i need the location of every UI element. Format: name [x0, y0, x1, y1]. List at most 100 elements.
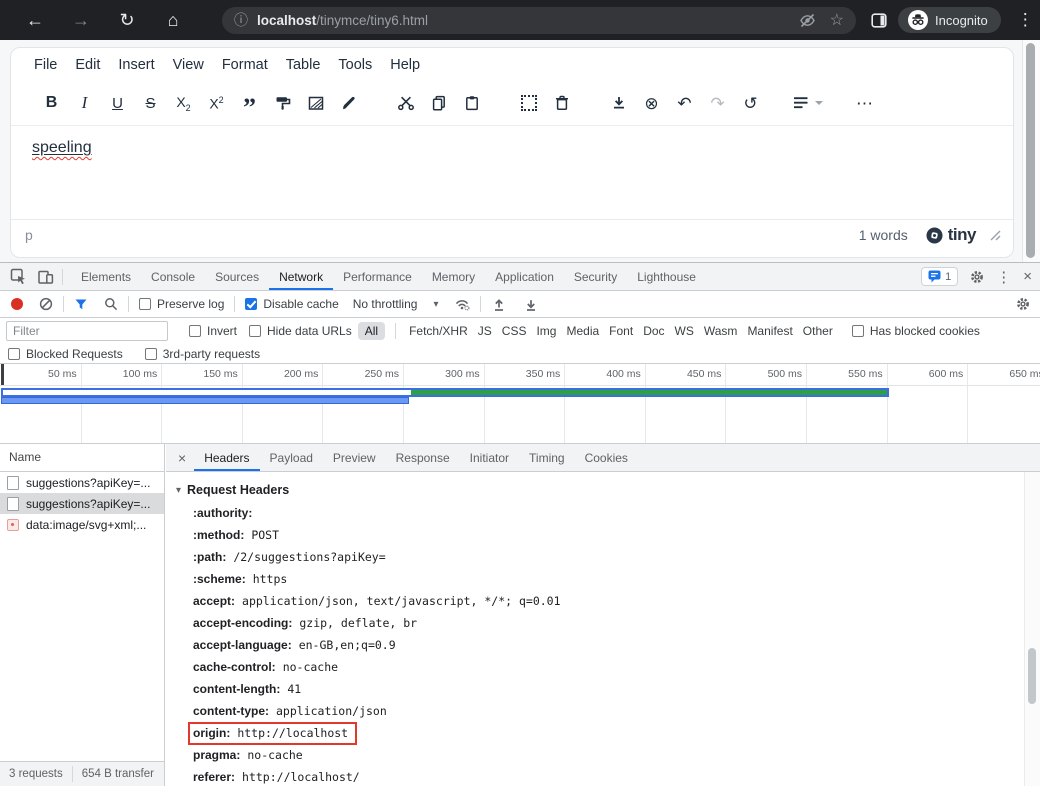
filter-input[interactable]	[6, 321, 168, 341]
tracking-protection-icon[interactable]	[799, 13, 816, 28]
blocked-requests-label[interactable]: Blocked Requests	[26, 347, 123, 361]
chip-media[interactable]: Media	[561, 322, 604, 340]
invert-checkbox[interactable]	[189, 325, 201, 337]
align-button[interactable]	[791, 88, 824, 118]
request-headers-section[interactable]: ▾ Request Headers	[176, 480, 1023, 500]
superscript-button[interactable]: X2	[200, 88, 233, 118]
has-blocked-cookies-label[interactable]: Has blocked cookies	[870, 324, 980, 338]
tab-application[interactable]: Application	[485, 264, 564, 290]
devtools-menu-icon[interactable]: ⋮	[996, 268, 1011, 286]
third-party-label[interactable]: 3rd-party requests	[163, 347, 260, 361]
detail-scrollbar-thumb[interactable]	[1028, 648, 1036, 704]
chip-other[interactable]: Other	[798, 322, 838, 340]
url-bar[interactable]: ⓘ localhost /tinymce/tiny6.html ☆	[222, 7, 856, 34]
side-panel-icon[interactable]	[871, 13, 887, 28]
word-count[interactable]: 1 words	[859, 227, 908, 243]
menu-item-format[interactable]: Format	[213, 53, 277, 77]
table-row[interactable]: suggestions?apiKey=...	[0, 472, 164, 493]
forward-button[interactable]: →	[58, 0, 104, 40]
page-scrollbar-thumb[interactable]	[1026, 43, 1035, 258]
element-path[interactable]: p	[25, 227, 33, 243]
tab-memory[interactable]: Memory	[422, 264, 485, 290]
preserve-log-checkbox[interactable]	[139, 298, 151, 310]
menu-item-edit[interactable]: Edit	[66, 53, 109, 77]
device-toolbar-icon[interactable]	[37, 269, 54, 285]
editor-content[interactable]: speeling	[11, 125, 1013, 219]
tiny-brand[interactable]: tiny	[948, 225, 976, 245]
inspect-element-icon[interactable]	[10, 268, 27, 285]
detail-close-icon[interactable]: ×	[166, 450, 194, 466]
detail-tab-headers[interactable]: Headers	[194, 445, 259, 471]
chip-fetch-xhr[interactable]: Fetch/XHR	[404, 322, 473, 340]
more-toolbar-button[interactable]: ⋯	[848, 88, 881, 118]
has-blocked-cookies-checkbox[interactable]	[852, 325, 864, 337]
site-info-icon[interactable]: ⓘ	[234, 10, 248, 30]
page-scrollbar[interactable]	[1022, 40, 1040, 262]
name-column-header[interactable]: Name	[0, 444, 164, 472]
chip-wasm[interactable]: Wasm	[699, 322, 743, 340]
table-row[interactable]: suggestions?apiKey=...	[0, 493, 164, 514]
menu-item-file[interactable]: File	[25, 53, 66, 77]
underline-button[interactable]: U	[101, 88, 134, 118]
devtools-settings-icon[interactable]	[970, 270, 984, 284]
hide-data-urls-label[interactable]: Hide data URLs	[267, 324, 352, 338]
reload-button[interactable]: ↻	[104, 0, 150, 40]
chip-img[interactable]: Img	[531, 322, 561, 340]
browser-menu-icon[interactable]: ⋮	[1017, 10, 1034, 30]
italic-button[interactable]: I	[68, 88, 101, 118]
chip-all[interactable]: All	[358, 322, 385, 340]
import-har-icon[interactable]	[491, 297, 507, 312]
tab-lighthouse[interactable]: Lighthouse	[627, 264, 706, 290]
chip-ws[interactable]: WS	[670, 322, 699, 340]
menu-item-help[interactable]: Help	[381, 53, 429, 77]
cancel-button[interactable]: ⊗	[635, 88, 668, 118]
export-har-icon[interactable]	[523, 297, 539, 312]
throttling-select[interactable]: No throttling ▾	[353, 297, 439, 311]
cut-button[interactable]	[389, 88, 422, 118]
issues-badge[interactable]: 1	[921, 267, 958, 286]
back-button[interactable]: ←	[12, 0, 58, 40]
search-icon[interactable]	[104, 297, 118, 311]
devtools-close-icon[interactable]: ×	[1023, 268, 1032, 285]
detail-tab-initiator[interactable]: Initiator	[460, 445, 519, 471]
tab-console[interactable]: Console	[141, 264, 205, 290]
network-conditions-icon[interactable]	[454, 297, 470, 311]
detail-scrollbar[interactable]	[1024, 472, 1040, 786]
export-button[interactable]	[602, 88, 635, 118]
detail-tab-preview[interactable]: Preview	[323, 445, 386, 471]
format-painter-button[interactable]	[266, 88, 299, 118]
detail-tab-payload[interactable]: Payload	[260, 445, 323, 471]
blockquote-button[interactable]: ”	[233, 88, 266, 118]
record-button[interactable]	[11, 298, 23, 310]
detail-tab-cookies[interactable]: Cookies	[575, 445, 638, 471]
detail-tab-timing[interactable]: Timing	[519, 445, 575, 471]
table-row[interactable]: data:image/svg+xml;...	[0, 514, 164, 535]
strikethrough-button[interactable]: S	[134, 88, 167, 118]
paste-button[interactable]	[455, 88, 488, 118]
chip-manifest[interactable]: Manifest	[742, 322, 797, 340]
menu-item-table[interactable]: Table	[277, 53, 330, 77]
network-overview[interactable]: 50 ms100 ms150 ms200 ms250 ms300 ms350 m…	[0, 364, 1040, 444]
resize-handle[interactable]	[989, 229, 1001, 241]
disable-cache-label[interactable]: Disable cache	[263, 297, 338, 311]
misspelled-word[interactable]: speeling	[32, 139, 92, 156]
invert-label[interactable]: Invert	[207, 324, 237, 338]
tab-performance[interactable]: Performance	[333, 264, 422, 290]
delete-button[interactable]	[545, 88, 578, 118]
tab-sources[interactable]: Sources	[205, 264, 269, 290]
network-settings-icon[interactable]	[1016, 297, 1030, 311]
filter-funnel-icon[interactable]	[74, 298, 88, 311]
home-button[interactable]: ⌂	[150, 0, 196, 40]
insert-image-button[interactable]	[299, 88, 332, 118]
chip-font[interactable]: Font	[604, 322, 638, 340]
chip-css[interactable]: CSS	[497, 322, 532, 340]
disable-cache-checkbox[interactable]	[245, 298, 257, 310]
chip-js[interactable]: JS	[473, 322, 497, 340]
menu-item-tools[interactable]: Tools	[329, 53, 381, 77]
preserve-log-label[interactable]: Preserve log	[157, 297, 224, 311]
third-party-checkbox[interactable]	[145, 348, 157, 360]
redo-button[interactable]: ↷	[701, 88, 734, 118]
blocked-requests-checkbox[interactable]	[8, 348, 20, 360]
subscript-button[interactable]: X2	[167, 88, 200, 118]
tab-network[interactable]: Network	[269, 264, 333, 290]
